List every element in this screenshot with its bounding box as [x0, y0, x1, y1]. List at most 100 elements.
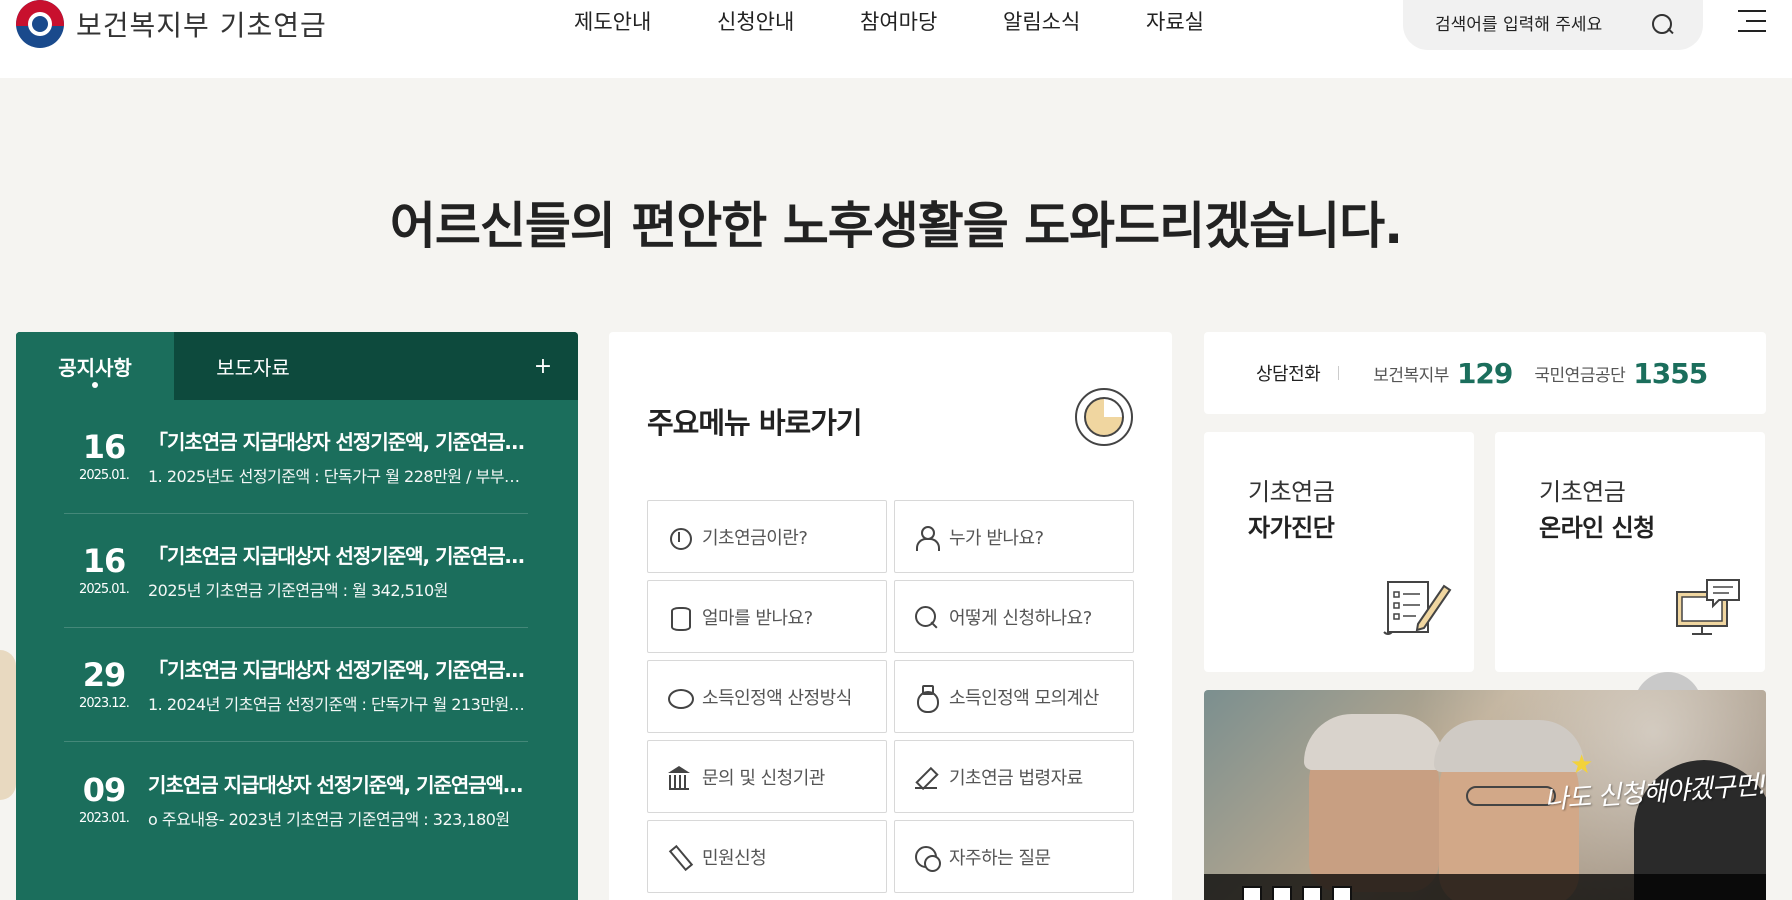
- card-subtitle: 기초연금: [1539, 478, 1626, 506]
- hero-emphasis: 편안한 노후생활: [631, 197, 963, 255]
- menu-how-much[interactable]: 얼마를 받나요?: [647, 580, 887, 653]
- search-icon[interactable]: [1651, 13, 1675, 37]
- notice-title[interactable]: 「기초연금 지급대상자 선정기준액, 기준연금액 및 국민연금 급여액 등」고시: [148, 654, 528, 683]
- card-title: 자가진단: [1248, 514, 1335, 542]
- contact-org-nps: 국민연금공단: [1534, 365, 1626, 386]
- computer-chat-icon: [1676, 579, 1740, 635]
- nav-item-system[interactable]: 제도안내: [574, 0, 717, 44]
- pagination-dot[interactable]: [1242, 886, 1262, 900]
- notice-day: 09: [82, 770, 127, 809]
- notice-body: 「기초연금 지급대상자 선정기준액, 기준연금액 및 국민연금 급여액 등」고시…: [148, 654, 528, 715]
- main-nav: 제도안내 신청안내 참여마당 알림소식 자료실: [574, 0, 1289, 44]
- main-menu-grid: 기초연금이란? 누가 받나요? 얼마를 받나요? 어떻게 신청하나요? 소득인정…: [647, 500, 1134, 893]
- menu-label: 자주하는 질문: [949, 847, 1051, 869]
- notice-tabs: 공지사항 보도자료 +: [16, 332, 578, 400]
- notice-title[interactable]: 기초연금 지급대상자 선정기준액, 기준연금액 및 국민연금 급여액 등 고시: [148, 769, 528, 798]
- promo-banner[interactable]: ★ 나도 신청해야겠구먼!: [1204, 690, 1766, 900]
- contact-label: 상담전화: [1256, 364, 1321, 385]
- pagination-dot[interactable]: [1272, 886, 1292, 900]
- menu-label: 기초연금 법령자료: [949, 767, 1083, 789]
- notice-item[interactable]: 29 2023.12. 「기초연금 지급대상자 선정기준액, 기준연금액 및 국…: [64, 628, 528, 742]
- notice-day: 29: [82, 656, 127, 694]
- card-title: 온라인 신청: [1539, 514, 1655, 542]
- divider: [1338, 366, 1340, 380]
- pen-icon: [666, 844, 692, 870]
- tab-notices[interactable]: 공지사항: [16, 332, 174, 400]
- notice-list: 16 2025.01. 「기초연금 지급대상자 선정기준액, 기준연금액 및 국…: [16, 400, 578, 856]
- bank-icon: [666, 764, 692, 790]
- notice-title[interactable]: 「기초연금 지급대상자 선정기준액, 기준연금액 및 국민연금 급여액 등」고시: [148, 540, 528, 569]
- pie-chart-icon: [1075, 388, 1133, 446]
- menu-what-is-pension[interactable]: 기초연금이란?: [647, 500, 887, 573]
- hamburger-menu-icon[interactable]: [1738, 10, 1766, 32]
- notice-date: 16 2025.01.: [64, 544, 144, 597]
- magnify-dollar-icon: [913, 604, 939, 630]
- notice-day: 16: [82, 428, 127, 466]
- main-menu-title-bold: 주요메뉴: [647, 406, 751, 440]
- notice-desc: 2025년 기초연금 기준연금액 : 월 342,510원: [148, 581, 448, 600]
- banner-photo-glasses: [1466, 786, 1556, 806]
- person-icon: [913, 524, 940, 551]
- self-diagnosis-card[interactable]: 기초연금 자가진단: [1204, 432, 1474, 672]
- banner-photo-hair: [1434, 720, 1584, 772]
- menu-how-to-apply[interactable]: 어떻게 신청하나요?: [894, 580, 1134, 653]
- menu-label: 기초연금이란?: [702, 527, 808, 549]
- notice-item[interactable]: 16 2025.01. 「기초연금 지급대상자 선정기준액, 기준연금액 및 국…: [64, 514, 528, 628]
- contact-bar: 상담전화 보건복지부 129 국민연금공단 1355: [1204, 332, 1766, 414]
- nav-item-apply[interactable]: 신청안내: [717, 0, 860, 44]
- decorative-illustration: [0, 650, 16, 800]
- pagination-dot[interactable]: [1332, 886, 1352, 900]
- contact-number-nps[interactable]: 1355: [1633, 357, 1708, 390]
- notice-day: 16: [82, 542, 127, 580]
- main-menu-title-rest: 바로가기: [749, 406, 863, 440]
- hero-suffix: 을 도와드리겠습니다.: [962, 197, 1403, 255]
- nav-item-news[interactable]: 알림소식: [1003, 0, 1146, 44]
- notice-date: 29 2023.12.: [64, 658, 144, 711]
- notice-item[interactable]: 09 2023.01. 기초연금 지급대상자 선정기준액, 기준연금액 및 국민…: [64, 742, 528, 856]
- tab-press-releases[interactable]: 보도자료: [174, 332, 332, 400]
- notice-date: 09 2023.01.: [64, 773, 144, 826]
- menu-legal-materials[interactable]: 기초연금 법령자료: [894, 740, 1134, 813]
- search-input[interactable]: [1435, 15, 1635, 35]
- site-logo[interactable]: 보건복지부 기초연금: [16, 0, 327, 48]
- contact-number-ministry[interactable]: 129: [1457, 357, 1513, 390]
- notice-year-month: 2023.01.: [79, 810, 130, 826]
- menu-label: 어떻게 신청하나요?: [949, 607, 1092, 629]
- banner-pagination: [1242, 886, 1352, 900]
- notice-body: 기초연금 지급대상자 선정기준액, 기준연금액 및 국민연금 급여액 등 고시 …: [148, 769, 528, 830]
- card-subtitle: 기초연금: [1248, 478, 1335, 506]
- notice-desc: o 주요내용- 2023년 기초연금 기준연금액 : 323,180원: [148, 809, 510, 829]
- chat-icon: [913, 844, 941, 872]
- banner-photo-hair: [1304, 714, 1444, 770]
- gavel-icon: [913, 764, 939, 790]
- menu-income-calculation[interactable]: 소득인정액 산정방식: [647, 660, 887, 733]
- menu-income-simulation[interactable]: 소득인정액 모의계산: [894, 660, 1134, 733]
- more-button[interactable]: +: [508, 332, 578, 400]
- menu-civil-petition[interactable]: 민원신청: [647, 820, 887, 893]
- main-menu-panel: 주요메뉴 바로가기 기초연금이란? 누가 받나요? 얼마를 받나요? 어떻게 신…: [609, 332, 1172, 900]
- site-header: 보건복지부 기초연금 제도안내 신청안내 참여마당 알림소식 자료실: [0, 0, 1792, 78]
- taegeuk-logo-icon: [16, 0, 64, 48]
- menu-label: 민원신청: [702, 847, 767, 869]
- notice-year-month: 2023.12.: [79, 696, 130, 711]
- notice-item[interactable]: 16 2025.01. 「기초연금 지급대상자 선정기준액, 기준연금액 및 국…: [64, 400, 528, 514]
- menu-label: 소득인정액 산정방식: [702, 687, 852, 709]
- coin-stack-icon: [666, 604, 692, 631]
- menu-who-receives[interactable]: 누가 받나요?: [894, 500, 1134, 573]
- notice-body: 「기초연금 지급대상자 선정기준액, 기준연금액 및 국민연금 급여액 등」고시…: [148, 426, 528, 487]
- nav-item-archive[interactable]: 자료실: [1146, 0, 1289, 44]
- nav-item-participate[interactable]: 참여마당: [860, 0, 1003, 44]
- pagination-dot[interactable]: [1302, 886, 1322, 900]
- menu-faq[interactable]: 자주하는 질문: [894, 820, 1134, 893]
- menu-label: 얼마를 받나요?: [702, 607, 813, 629]
- notice-title[interactable]: 「기초연금 지급대상자 선정기준액, 기준연금액 및 국민연금 급여액 등」고시: [148, 426, 528, 455]
- search-box: [1403, 0, 1703, 50]
- notice-body: 「기초연금 지급대상자 선정기준액, 기준연금액 및 국민연금 급여액 등」고시…: [148, 540, 528, 601]
- menu-label: 누가 받나요?: [949, 527, 1044, 549]
- menu-contact-offices[interactable]: 문의 및 신청기관: [647, 740, 887, 813]
- notice-desc: 1. 2025년도 선정기준액 : 단독가구 월 228만원 / 부부가구 월 …: [148, 467, 528, 486]
- coin-hand-icon: [666, 524, 692, 550]
- online-application-card[interactable]: 기초연금 온라인 신청: [1495, 432, 1765, 672]
- notice-panel: 공지사항 보도자료 + 16 2025.01. 「기초연금 지급대상자 선정기준…: [16, 332, 578, 900]
- logo-text: 보건복지부 기초연금: [76, 9, 327, 42]
